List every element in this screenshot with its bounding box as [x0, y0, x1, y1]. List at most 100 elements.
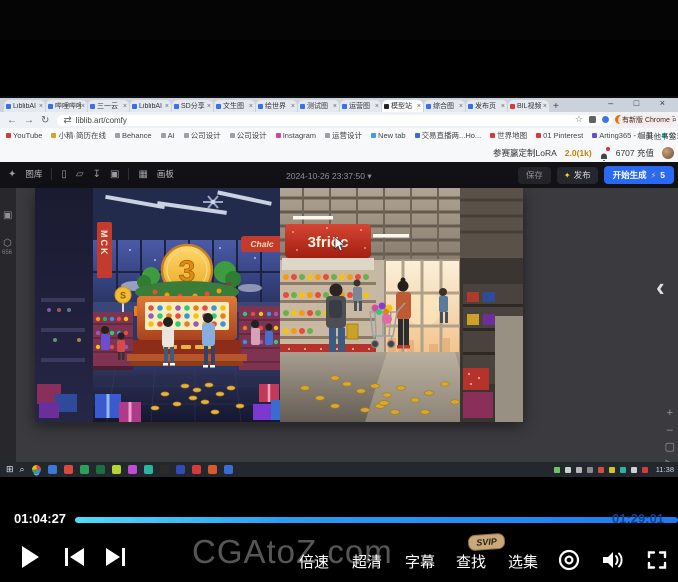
extension-icon[interactable]	[602, 116, 609, 123]
fullscreen-icon[interactable]	[645, 548, 669, 572]
tab-close-icon[interactable]: ×	[333, 103, 337, 110]
bookmark-item[interactable]: YouTube	[6, 131, 42, 140]
save-button[interactable]: 保存	[518, 167, 551, 184]
taskbar-app-chrome-icon[interactable]	[32, 465, 41, 474]
back-icon[interactable]: ←	[7, 115, 17, 126]
chrome-update-button[interactable]: 有新版 Chrome 可用	[618, 115, 676, 125]
next-episode-button[interactable]	[103, 547, 127, 567]
comfy-canvas[interactable]: ▣ ⬡ 656	[0, 188, 678, 462]
bookmark-star-icon[interactable]: ☆	[575, 114, 583, 125]
progress-bar[interactable]	[75, 517, 678, 523]
tray-icon[interactable]	[631, 467, 637, 473]
taskbar-app-icon[interactable]	[192, 465, 201, 474]
tray-icon[interactable]	[642, 467, 648, 473]
taskbar-app-icon[interactable]	[48, 465, 57, 474]
speed-button[interactable]: 倍速	[299, 551, 329, 572]
browser-tab[interactable]: 运营图×	[340, 100, 381, 112]
credits-recharge-link[interactable]: 6707 充值	[616, 147, 654, 159]
previous-episode-button[interactable]	[63, 547, 87, 567]
taskbar-app-icon[interactable]	[96, 465, 105, 474]
new-tab-button[interactable]: +	[553, 101, 559, 112]
tab-close-icon[interactable]: ×	[459, 103, 463, 110]
tray-icon[interactable]	[609, 467, 615, 473]
tray-icon[interactable]	[598, 467, 604, 473]
bookmark-item[interactable]: Instagram	[276, 131, 316, 140]
tab-close-icon[interactable]: ×	[543, 103, 547, 110]
url-field[interactable]: ⇄ liblib.art/comfy	[57, 115, 612, 126]
layers-panel-icon[interactable]: ▣	[3, 210, 12, 221]
tray-icon[interactable]	[554, 467, 560, 473]
tab-close-icon[interactable]: ×	[81, 103, 85, 110]
bookmark-item[interactable]: 世界地图	[490, 130, 527, 141]
taskbar-app-icon[interactable]	[128, 465, 137, 474]
user-avatar[interactable]	[662, 147, 674, 159]
bookmark-item[interactable]: AI	[161, 131, 175, 140]
browser-tab[interactable]: BIL视频×	[508, 100, 549, 112]
taskbar-app-icon[interactable]	[112, 465, 121, 474]
fit-view-icon[interactable]: ▢	[665, 442, 675, 452]
taskbar-clock[interactable]: 11:38	[656, 465, 674, 474]
extension-icon[interactable]	[589, 116, 596, 123]
browser-tab[interactable]: LiblibAI×	[130, 100, 171, 112]
open-file-icon[interactable]: ▱	[76, 169, 84, 180]
bookmark-item[interactable]: New tab	[371, 131, 406, 140]
browser-tab[interactable]: 绘世界×	[256, 100, 297, 112]
publish-button[interactable]: ✦发布	[557, 167, 598, 184]
workflow-version-dropdown[interactable]: 2024-10-26 23:37:50 ▾	[286, 171, 372, 182]
import-icon[interactable]: ↧	[93, 169, 101, 180]
gallery-button[interactable]: 图库	[25, 168, 42, 180]
nodes-panel-icon[interactable]: ⬡	[3, 238, 12, 249]
contest-link[interactable]: 参赛赢定制LoRA	[493, 147, 557, 159]
bookmark-item[interactable]: Behance	[115, 131, 152, 140]
browser-tab[interactable]: 哔哩哔哩×	[46, 100, 87, 112]
tab-close-icon[interactable]: ×	[207, 103, 211, 110]
bookmark-item[interactable]: 01 Pinterest	[536, 131, 583, 140]
tab-close-icon[interactable]: ×	[417, 103, 421, 110]
new-file-icon[interactable]: ▯	[61, 169, 67, 180]
start-button-icon[interactable]: ⊞	[6, 464, 14, 475]
episodes-button[interactable]: 选集	[508, 551, 538, 572]
reload-icon[interactable]: ↻	[41, 115, 49, 126]
taskbar-search-icon[interactable]: ⌕	[20, 464, 25, 475]
save-file-icon[interactable]: ▣	[110, 169, 119, 180]
browser-tab[interactable]: 三一云×	[88, 100, 129, 112]
browser-tab[interactable]: 测试图×	[298, 100, 339, 112]
taskbar-app-icon[interactable]	[64, 465, 73, 474]
taskbar-app-icon[interactable]	[224, 465, 233, 474]
bookmark-item[interactable]: 交易直播两...Ho...	[415, 130, 482, 141]
tab-close-icon[interactable]: ×	[501, 103, 505, 110]
video-frame[interactable]: LiblibAI× 哔哩哔哩× 三一云× LiblibAI× SD分享× 文生图…	[0, 96, 678, 477]
bookmark-item[interactable]: 公司设计	[184, 130, 221, 141]
find-button[interactable]: 查找	[456, 551, 486, 572]
tray-icon[interactable]	[576, 467, 582, 473]
bookmark-item[interactable]: 小精·简历在线	[51, 130, 106, 141]
tray-icon[interactable]	[587, 467, 593, 473]
tab-close-icon[interactable]: ×	[165, 103, 169, 110]
other-bookmarks-button[interactable]: 其他书签	[639, 131, 676, 142]
browser-tab[interactable]: 综合图×	[424, 100, 465, 112]
tab-close-icon[interactable]: ×	[39, 103, 43, 110]
quality-button[interactable]: 超清	[352, 551, 382, 572]
episode-panel-toggle[interactable]: ‹	[656, 272, 665, 303]
notification-bell-icon[interactable]	[600, 149, 608, 158]
popup-player-icon[interactable]	[557, 548, 581, 572]
generate-button[interactable]: 开始生成 ⚡ 5	[604, 166, 674, 184]
taskbar-app-icon[interactable]	[160, 465, 169, 474]
zoom-in-icon[interactable]: +	[667, 408, 673, 418]
browser-tab[interactable]: 发布页×	[466, 100, 507, 112]
taskbar-app-icon[interactable]	[176, 465, 185, 474]
taskbar-app-icon[interactable]	[80, 465, 89, 474]
tray-icon[interactable]	[565, 467, 571, 473]
play-button[interactable]	[22, 546, 40, 568]
board-icon[interactable]: ▦	[138, 169, 147, 180]
browser-tab[interactable]: LiblibAI×	[4, 100, 45, 112]
bookmark-item[interactable]: 公司设计	[230, 130, 267, 141]
tab-close-icon[interactable]: ×	[375, 103, 379, 110]
board-button[interactable]: 画板	[157, 168, 174, 180]
taskbar-app-icon[interactable]	[208, 465, 217, 474]
points-badge[interactable]: 2.0(1k)	[565, 148, 592, 158]
volume-icon[interactable]	[600, 548, 626, 572]
forward-icon[interactable]: →	[24, 115, 34, 126]
tray-icon[interactable]	[620, 467, 626, 473]
tab-close-icon[interactable]: ×	[249, 103, 253, 110]
